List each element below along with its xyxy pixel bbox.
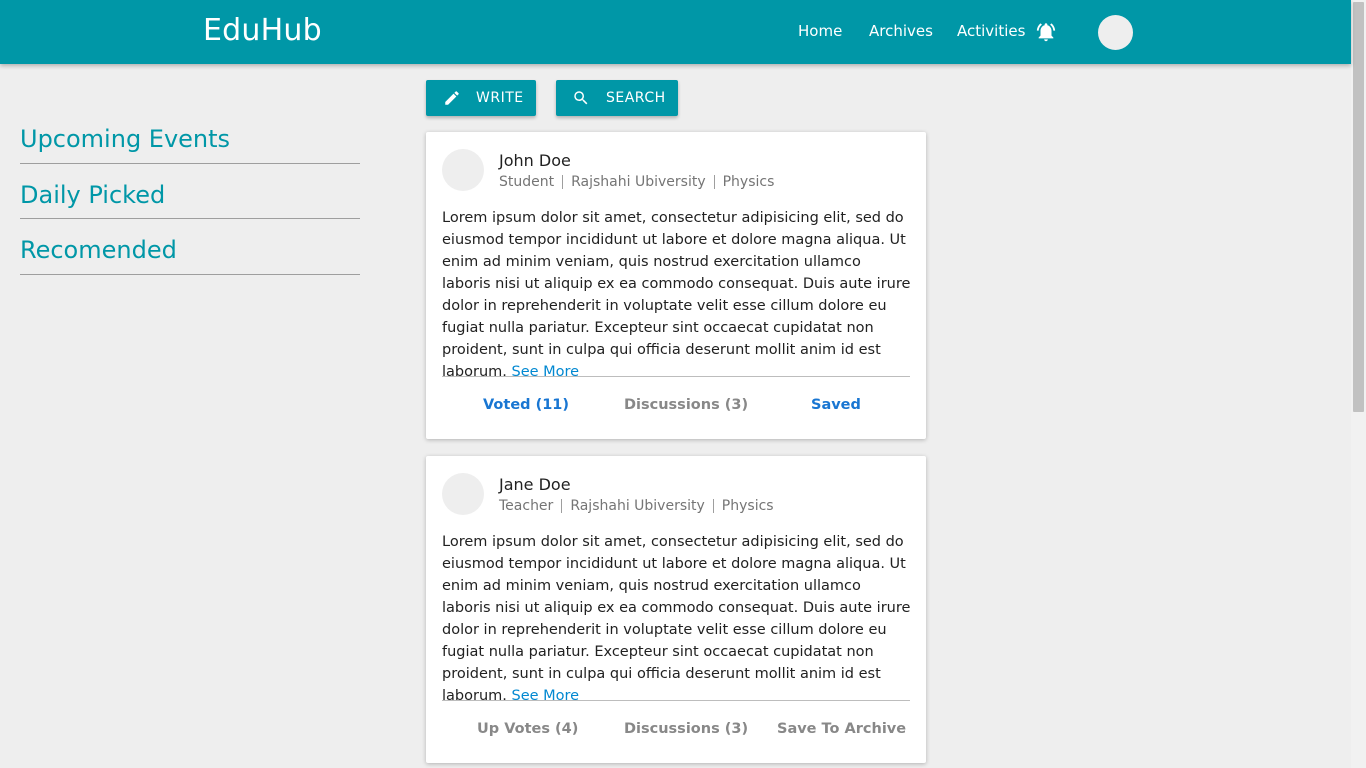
card-divider (442, 700, 910, 701)
search-icon (574, 91, 588, 105)
meta-separator (712, 499, 714, 513)
author-name[interactable]: John Doe (499, 151, 571, 170)
post-card: John Doe Student Rajshahi Ubiversity Phy… (426, 132, 926, 439)
post-card: Jane Doe Teacher Rajshahi Ubiversity Phy… (426, 456, 926, 763)
post-body: Lorem ipsum dolor sit amet, consectetur … (442, 531, 912, 707)
upvote-button[interactable]: Up Votes (4) (477, 721, 578, 737)
sidebar-item-daily-picked[interactable]: Daily Picked (20, 181, 165, 209)
sidebar-divider (20, 218, 360, 219)
see-more-link[interactable]: See More (511, 688, 579, 704)
pencil-icon (445, 91, 459, 105)
write-button[interactable]: WRITE (426, 80, 536, 116)
nav-archives[interactable]: Archives (869, 22, 933, 40)
top-app-bar: EduHub Home Archives Activities (0, 0, 1351, 64)
author-name[interactable]: Jane Doe (499, 475, 571, 494)
sidebar-item-upcoming-events[interactable]: Upcoming Events (20, 125, 230, 153)
save-button[interactable]: Saved (811, 397, 861, 413)
see-more-link[interactable]: See More (511, 364, 579, 380)
post-body-text: Lorem ipsum dolor sit amet, consectetur … (442, 534, 911, 704)
post-body-text: Lorem ipsum dolor sit amet, consectetur … (442, 210, 911, 380)
sidebar-item-recomended[interactable]: Recomended (20, 236, 177, 264)
user-avatar[interactable] (1098, 15, 1133, 50)
nav-activities[interactable]: Activities (957, 22, 1025, 40)
sidebar-divider (20, 274, 360, 275)
author-meta: Student Rajshahi Ubiversity Physics (499, 174, 774, 190)
author-meta: Teacher Rajshahi Ubiversity Physics (499, 498, 774, 514)
bell-icon[interactable] (1035, 21, 1057, 43)
meta-separator (561, 499, 563, 513)
meta-separator (713, 175, 715, 189)
brand-logo[interactable]: EduHub (203, 13, 322, 48)
card-divider (442, 376, 910, 377)
author-institution: Rajshahi Ubiversity (570, 498, 705, 514)
post-subject: Physics (721, 498, 774, 514)
author-role: Teacher (499, 498, 554, 514)
nav-home[interactable]: Home (798, 22, 842, 40)
search-button[interactable]: SEARCH (556, 80, 678, 116)
search-button-label: SEARCH (606, 90, 666, 106)
post-body: Lorem ipsum dolor sit amet, consectetur … (442, 207, 912, 383)
author-avatar[interactable] (442, 473, 484, 515)
vote-button[interactable]: Voted (11) (483, 397, 569, 413)
scrollbar-thumb[interactable] (1353, 2, 1364, 412)
author-institution: Rajshahi Ubiversity (571, 174, 706, 190)
discussions-button[interactable]: Discussions (3) (624, 397, 748, 413)
save-to-archive-button[interactable]: Save To Archive (777, 721, 906, 737)
write-button-label: WRITE (476, 90, 524, 106)
meta-separator (562, 175, 564, 189)
post-subject: Physics (722, 174, 775, 190)
author-avatar[interactable] (442, 149, 484, 191)
author-role: Student (499, 174, 555, 190)
sidebar-divider (20, 163, 360, 164)
discussions-button[interactable]: Discussions (3) (624, 721, 748, 737)
